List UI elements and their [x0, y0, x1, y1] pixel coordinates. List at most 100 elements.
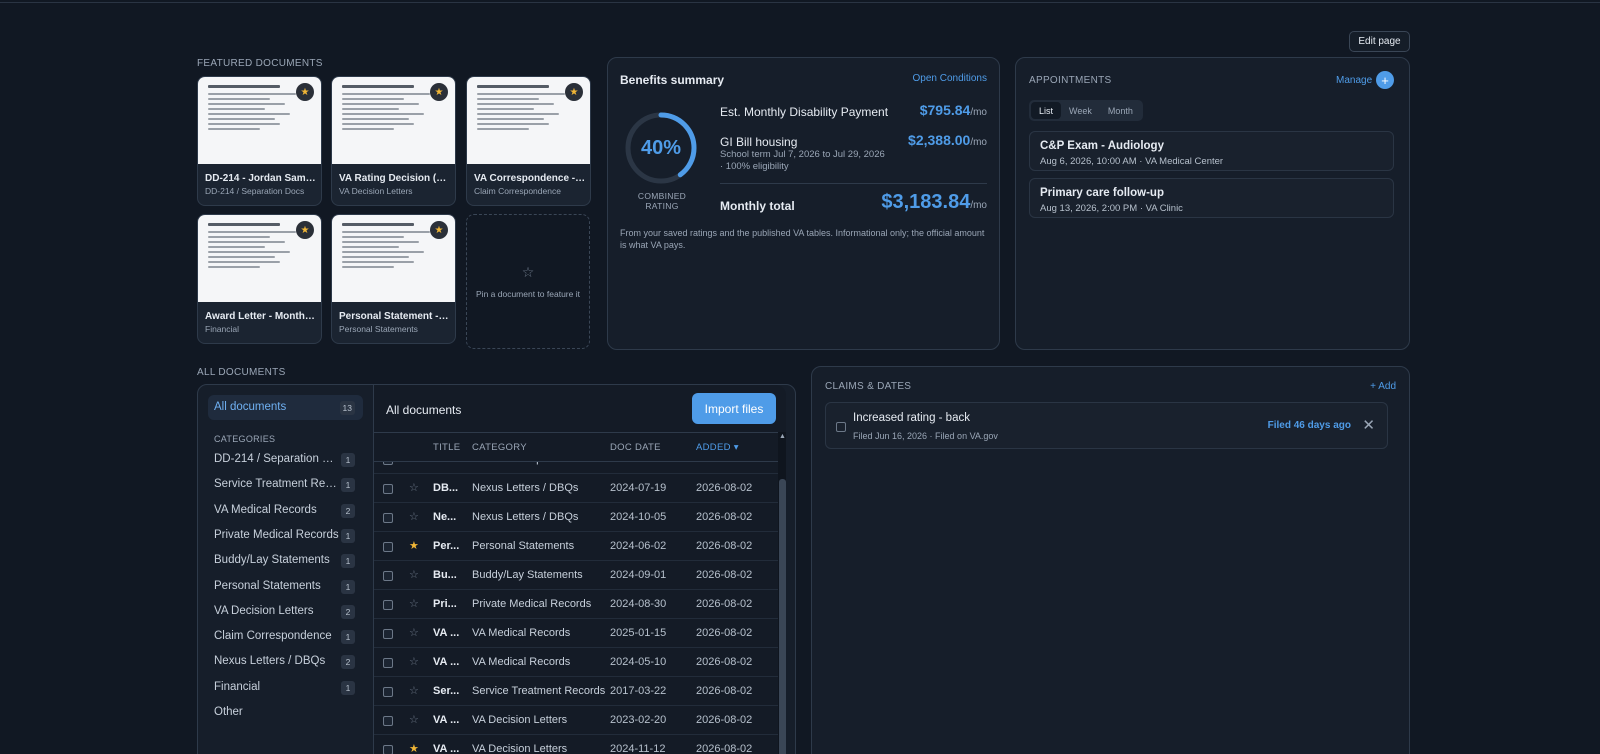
document-title-cell[interactable]: DB... [433, 482, 461, 494]
row-checkbox[interactable] [383, 658, 393, 668]
table-row[interactable]: ★ Per... Personal Statements 2024-06-02 2026… [374, 532, 778, 561]
table-row[interactable]: ☆ DB... Nexus Letters / DBQs 2024-07-19 2026… [374, 474, 778, 503]
column-added-header[interactable]: ADDED ▾ [696, 442, 739, 453]
manage-appointments-link[interactable]: Manage [1336, 75, 1372, 86]
claim-item[interactable]: Increased rating - back Filed Jun 16, 20… [825, 402, 1388, 449]
star-icon[interactable]: ☆ [409, 597, 419, 610]
star-icon[interactable]: ☆ [409, 626, 419, 639]
sidebar-category-item[interactable]: Nexus Letters / DBQs 2 [208, 651, 363, 673]
row-checkbox[interactable] [383, 571, 393, 581]
table-row[interactable]: ★ VA ... VA Decision Letters 2024-11-12 2026… [374, 735, 778, 754]
document-title-cell[interactable]: Ser... [433, 685, 461, 697]
document-title-cell[interactable]: VA ... [433, 714, 461, 726]
star-icon[interactable]: ☆ [409, 568, 419, 581]
view-week-tab[interactable]: Week [1061, 102, 1100, 119]
table-row[interactable]: ☆ VA ... VA Decision Letters 2023-02-20 2026… [374, 706, 778, 735]
document-added-cell: 2026-08-02 [696, 627, 753, 639]
table-row[interactable]: ☆ VA ... VA Medical Records 2025-01-15 2026-… [374, 619, 778, 648]
open-conditions-link[interactable]: Open Conditions [913, 73, 988, 84]
document-title-cell[interactable]: VA ... [433, 627, 461, 639]
table-row[interactable]: ☆ Ser... Service Treatment Records 2017-03-… [374, 677, 778, 706]
column-doc-date-header[interactable]: DOC DATE [610, 442, 661, 453]
view-list-tab[interactable]: List [1031, 102, 1062, 119]
featured-document-card[interactable]: ★ VA Rating Decision (20... VA Decision Le… [331, 76, 456, 206]
column-category-header[interactable]: CATEGORY [472, 442, 527, 453]
category-label: VA Medical Records [214, 503, 317, 516]
table-scrollbar[interactable]: ▲ [778, 432, 786, 754]
disability-payment-value: $795.84/mo [919, 102, 987, 118]
featured-document-category: Personal Statements [339, 324, 418, 334]
star-icon[interactable]: ★ [296, 83, 314, 101]
featured-document-card[interactable]: ★ VA Correspondence - E... Claim Correspon… [466, 76, 591, 206]
column-title-header[interactable]: TITLE [433, 442, 460, 453]
table-row[interactable]: ☆ VA ... VA Medical Records 2024-05-10 2026-… [374, 648, 778, 677]
sidebar-category-item[interactable]: VA Decision Letters 2 [208, 601, 363, 623]
sidebar-category-item[interactable]: Private Medical Records 1 [208, 525, 363, 547]
document-title-cell[interactable]: Pri... [433, 598, 461, 610]
scroll-up-icon[interactable]: ▲ [778, 432, 786, 441]
star-icon[interactable]: ★ [565, 83, 583, 101]
featured-document-card[interactable]: ★ Personal Statement - Ti... Personal Stat… [331, 214, 456, 344]
add-claim-link[interactable]: + Add [1370, 381, 1396, 392]
document-title-cell[interactable]: Per... [433, 540, 461, 552]
featured-document-card[interactable]: ★ Award Letter - Monthly... Financial [197, 214, 322, 344]
row-checkbox[interactable] [383, 745, 393, 754]
featured-document-card[interactable]: ★ DD-214 - Jordan Sample DD-214 / Separati… [197, 76, 322, 206]
row-checkbox[interactable] [383, 716, 393, 726]
sidebar-category-item[interactable]: VA Medical Records 2 [208, 500, 363, 522]
row-checkbox[interactable] [383, 513, 393, 523]
close-icon[interactable]: ✕ [1362, 416, 1375, 434]
row-checkbox[interactable] [383, 687, 393, 697]
star-icon[interactable]: ★ [409, 539, 419, 552]
claim-checkbox[interactable] [836, 422, 846, 432]
document-date-cell: 2025-01-15 [610, 627, 667, 639]
appointment-item[interactable]: Primary care follow-up Aug 13, 2026, 2:0… [1029, 178, 1394, 218]
import-files-button[interactable]: Import files [692, 393, 776, 424]
pin-document-slot[interactable]: ☆ Pin a document to feature it [466, 214, 590, 349]
sidebar-item-all-documents[interactable]: All documents 13 [208, 395, 363, 420]
star-icon[interactable]: ★ [430, 83, 448, 101]
document-title-cell[interactable]: Ne... [433, 511, 461, 523]
star-icon[interactable]: ★ [296, 221, 314, 239]
row-checkbox[interactable] [383, 484, 393, 494]
scrollbar-thumb[interactable] [779, 479, 786, 754]
appointment-item[interactable]: C&P Exam - Audiology Aug 6, 2026, 10:00 … [1029, 131, 1394, 171]
gi-bill-housing-detail: School term Jul 7, 2026 to Jul 29, 2026 … [720, 149, 885, 172]
sidebar-category-item[interactable]: Financial 1 [208, 677, 363, 699]
view-month-tab[interactable]: Month [1100, 102, 1141, 119]
table-row[interactable]: ☆ Bu... Buddy/Lay Statements 2024-09-01 2026… [374, 561, 778, 590]
edit-page-button[interactable]: Edit page [1349, 31, 1410, 52]
document-title-cell[interactable]: VA ... [433, 462, 461, 465]
featured-documents-label: FEATURED DOCUMENTS [197, 58, 323, 69]
sidebar-category-item[interactable]: Personal Statements 1 [208, 576, 363, 598]
sidebar-category-item[interactable]: Claim Correspondence 1 [208, 626, 363, 648]
row-checkbox[interactable] [383, 629, 393, 639]
table-row[interactable]: ★ VA ... Claim Correspondence 2024-05-15 202… [374, 462, 778, 474]
row-checkbox[interactable] [383, 462, 393, 465]
gi-bill-housing-label: GI Bill housing [720, 135, 798, 149]
star-icon[interactable]: ☆ [409, 655, 419, 668]
star-icon[interactable]: ★ [409, 742, 419, 754]
star-icon[interactable]: ★ [409, 462, 419, 465]
row-checkbox[interactable] [383, 542, 393, 552]
document-category-cell: VA Decision Letters [472, 743, 568, 754]
star-icon[interactable]: ☆ [409, 510, 419, 523]
sidebar-category-item[interactable]: Buddy/Lay Statements 1 [208, 550, 363, 572]
category-count-badge: 2 [341, 604, 355, 619]
row-checkbox[interactable] [383, 600, 393, 610]
document-category-cell: VA Decision Letters [472, 714, 568, 726]
document-title-cell[interactable]: Bu... [433, 569, 461, 581]
table-row[interactable]: ☆ Pri... Private Medical Records 2024-08-30… [374, 590, 778, 619]
sidebar-category-item[interactable]: Service Treatment Reco... 1 [208, 474, 363, 496]
document-title-cell[interactable]: VA ... [433, 656, 461, 668]
star-icon[interactable]: ☆ [409, 481, 419, 494]
document-date-cell: 2024-10-05 [610, 511, 667, 523]
add-appointment-button[interactable]: + [1376, 71, 1394, 89]
star-icon[interactable]: ☆ [409, 684, 419, 697]
star-icon[interactable]: ☆ [409, 713, 419, 726]
sidebar-category-item[interactable]: DD-214 / Separation D... 1 [208, 449, 363, 471]
sidebar-category-item[interactable]: Other [208, 702, 363, 724]
document-title-cell[interactable]: VA ... [433, 743, 461, 754]
table-row[interactable]: ☆ Ne... Nexus Letters / DBQs 2024-10-05 2026… [374, 503, 778, 532]
star-icon[interactable]: ★ [430, 221, 448, 239]
